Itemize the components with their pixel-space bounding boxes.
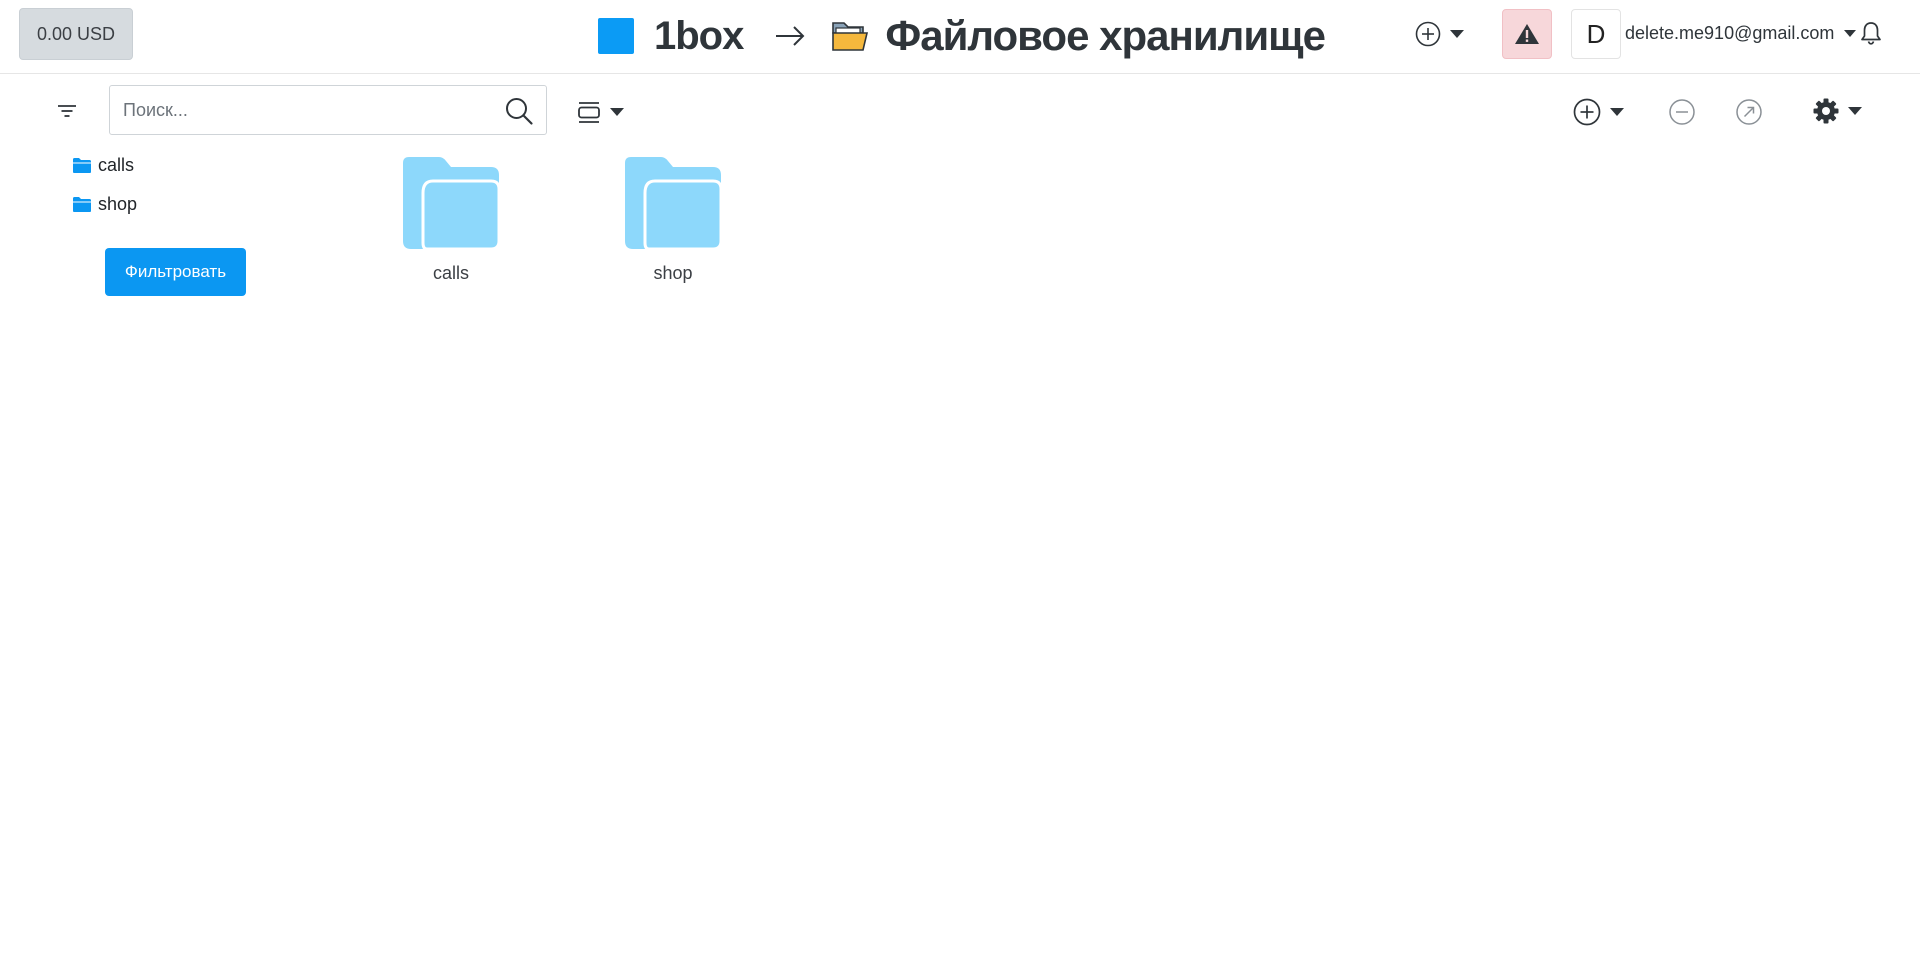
chevron-down-icon (610, 108, 624, 116)
share-circle-icon[interactable] (1735, 98, 1763, 126)
folder-tree: calls shop (72, 151, 137, 229)
add-circle-icon (1573, 98, 1601, 126)
tree-item-shop[interactable]: shop (72, 190, 137, 218)
brand-logo-icon[interactable] (598, 18, 634, 54)
tree-item-label: shop (98, 193, 138, 214)
top-header: 0.00 USD 1box Файловое хранилище D delet… (0, 0, 1920, 74)
folder-icon (403, 157, 499, 249)
view-mode-dropdown[interactable] (576, 98, 632, 126)
folder-icon (73, 157, 91, 173)
bell-icon[interactable] (1858, 20, 1884, 46)
alert-button[interactable] (1502, 9, 1552, 59)
brand-name[interactable]: 1box (654, 14, 744, 59)
balance-button[interactable]: 0.00 USD (19, 8, 133, 60)
avatar-letter: D (1586, 18, 1606, 49)
add-circle-icon (1415, 21, 1441, 47)
search-box (109, 85, 547, 135)
account-email: delete.me910@gmail.com (1625, 22, 1835, 43)
chevron-down-icon (1610, 108, 1624, 116)
filter-button[interactable]: Фильтровать (105, 248, 246, 296)
arrow-right-icon (776, 26, 805, 46)
folder-name: calls (432, 263, 469, 283)
avatar[interactable]: D (1571, 9, 1621, 59)
remove-circle-icon[interactable] (1668, 98, 1696, 126)
brand-breadcrumb: 1box Файловое хранилище (598, 10, 1326, 62)
folder-icon (73, 196, 91, 212)
chevron-down-icon (1848, 107, 1862, 115)
alert-triangle-icon (1515, 24, 1539, 44)
settings-dropdown[interactable] (1812, 96, 1868, 126)
folder-tile-shop[interactable]: shop (613, 157, 733, 284)
view-list-icon (578, 102, 600, 123)
account-dropdown[interactable]: delete.me910@gmail.com (1625, 20, 1857, 46)
folder-name: shop (653, 263, 693, 283)
folder-icon (625, 157, 721, 249)
folder-open-icon (832, 22, 869, 51)
page-title: Файловое хранилище (885, 12, 1326, 59)
add-dropdown[interactable] (1572, 97, 1628, 127)
search-icon[interactable] (504, 96, 534, 126)
chevron-down-icon (1844, 29, 1857, 37)
chevron-down-icon (1450, 30, 1464, 38)
folder-tile-calls[interactable]: calls (391, 157, 511, 284)
filter-lines-icon[interactable] (54, 100, 80, 122)
balance-label: 0.00 USD (36, 23, 116, 44)
header-add-dropdown[interactable] (1414, 18, 1470, 50)
tree-item-label: calls (98, 154, 135, 175)
search-input[interactable] (110, 86, 480, 134)
tree-item-calls[interactable]: calls (72, 151, 137, 179)
gear-icon (1813, 98, 1839, 124)
